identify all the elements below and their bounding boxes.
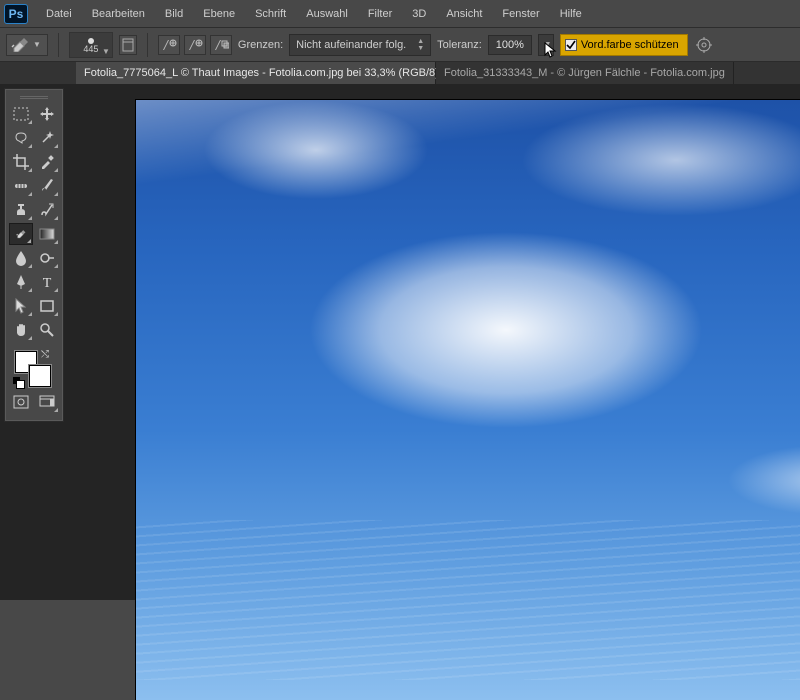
menu-item-3d[interactable]: 3D <box>404 4 434 24</box>
separator <box>58 33 59 57</box>
menu-item-bearbeiten[interactable]: Bearbeiten <box>84 4 153 24</box>
document-tab[interactable]: Fotolia_7775064_L © Thaut Images - Fotol… <box>76 62 436 84</box>
tolerance-dropdown[interactable]: ▼ <box>538 34 554 56</box>
tolerance-label: Toleranz: <box>437 39 482 51</box>
background-swatch[interactable] <box>29 365 51 387</box>
dropdown-arrow-icon: ▼ <box>102 47 110 56</box>
document-tab-label: Fotolia_7775064_L © Thaut Images - Fotol… <box>84 67 446 79</box>
menu-bar: Ps Datei Bearbeiten Bild Ebene Schrift A… <box>0 0 800 28</box>
canvas[interactable] <box>136 100 800 700</box>
type-tool[interactable]: T <box>35 271 59 293</box>
healing-brush-tool[interactable] <box>9 175 33 197</box>
tolerance-input[interactable]: 100% <box>488 35 532 55</box>
quickmask-toggle[interactable] <box>9 391 33 413</box>
magic-wand-tool[interactable] <box>35 127 59 149</box>
sampling-continuous-icon[interactable] <box>158 35 180 55</box>
color-swatches[interactable]: ⤭ <box>9 349 59 387</box>
menu-item-datei[interactable]: Datei <box>38 4 80 24</box>
menu-item-schrift[interactable]: Schrift <box>247 4 294 24</box>
panel-grip[interactable] <box>9 93 59 101</box>
tool-preset-picker[interactable]: ▼ <box>6 34 48 56</box>
path-select-tool[interactable] <box>9 295 33 317</box>
options-bar: ▼ 445 ▼ Grenzen: Nicht aufeinander folg.… <box>0 28 800 62</box>
history-brush-tool[interactable] <box>35 199 59 221</box>
dropdown-arrow-icon: ▼ <box>31 40 43 49</box>
sampling-once-icon[interactable] <box>184 35 206 55</box>
limits-value: Nicht aufeinander folg. <box>296 39 406 51</box>
protect-foreground-checkbox[interactable]: Vord.farbe schützen <box>560 34 688 56</box>
dropdown-arrow-icon: ▲▼ <box>413 38 424 52</box>
dropdown-arrow-icon: ▼ <box>540 41 551 48</box>
menu-item-ebene[interactable]: Ebene <box>195 4 243 24</box>
menu-item-hilfe[interactable]: Hilfe <box>552 4 590 24</box>
pen-tool[interactable] <box>9 271 33 293</box>
eyedropper-tool[interactable] <box>35 151 59 173</box>
menu-item-bild[interactable]: Bild <box>157 4 191 24</box>
lasso-tool[interactable] <box>9 127 33 149</box>
move-tool[interactable] <box>35 103 59 125</box>
menu-item-ansicht[interactable]: Ansicht <box>438 4 490 24</box>
toolbox: T ⤭ <box>4 88 64 422</box>
document-tab[interactable]: Fotolia_31333343_M - © Jürgen Fälchle - … <box>436 62 734 84</box>
brush-panel-toggle[interactable] <box>119 35 137 55</box>
svg-text:T: T <box>43 276 52 289</box>
screen-mode-toggle[interactable] <box>35 391 59 413</box>
crop-tool[interactable] <box>9 151 33 173</box>
menu-item-fenster[interactable]: Fenster <box>494 4 547 24</box>
limits-select[interactable]: Nicht aufeinander folg. ▲▼ <box>289 34 431 56</box>
clone-stamp-tool[interactable] <box>9 199 33 221</box>
separator <box>147 33 148 57</box>
shape-tool[interactable] <box>35 295 59 317</box>
menu-item-filter[interactable]: Filter <box>360 4 400 24</box>
sampling-swatch-icon[interactable] <box>210 35 232 55</box>
zoom-tool[interactable] <box>35 319 59 341</box>
pressure-size-icon[interactable] <box>694 35 714 55</box>
protect-foreground-label: Vord.farbe schützen <box>581 39 679 51</box>
marquee-tool[interactable] <box>9 103 33 125</box>
menu-item-auswahl[interactable]: Auswahl <box>298 4 356 24</box>
bg-eraser-tool[interactable] <box>9 223 33 245</box>
checkbox-icon <box>565 39 577 51</box>
default-colors-icon[interactable] <box>13 377 23 387</box>
sampling-mode-group <box>158 35 232 55</box>
blur-tool[interactable] <box>9 247 33 269</box>
document-tab-bar: Fotolia_7775064_L © Thaut Images - Fotol… <box>0 62 800 84</box>
workspace <box>0 84 800 600</box>
gradient-tool[interactable] <box>35 223 59 245</box>
bg-eraser-icon <box>11 37 29 53</box>
swap-colors-icon[interactable]: ⤭ <box>41 349 49 360</box>
brush-preset-picker[interactable]: 445 ▼ <box>69 32 113 58</box>
app-logo: Ps <box>4 4 28 24</box>
brush-tool[interactable] <box>35 175 59 197</box>
document-tab-label: Fotolia_31333343_M - © Jürgen Fälchle - … <box>444 67 725 79</box>
hand-tool[interactable] <box>9 319 33 341</box>
dodge-tool[interactable] <box>35 247 59 269</box>
limits-label: Grenzen: <box>238 39 283 51</box>
brush-size-label: 445 <box>83 44 98 54</box>
